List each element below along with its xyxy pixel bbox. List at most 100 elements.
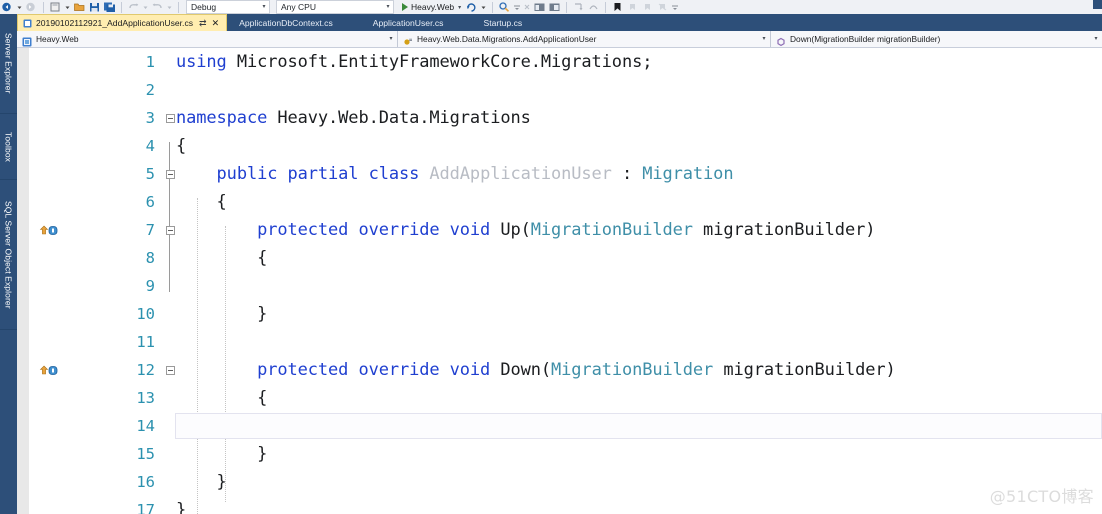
document-tab-application-db-context[interactable]: ApplicationDbContext.cs	[227, 14, 363, 31]
watermark-text: @51CTO博客	[989, 487, 1094, 506]
line-number: 1	[145, 53, 155, 71]
line-code[interactable]: {	[175, 245, 1102, 271]
play-icon	[402, 3, 408, 11]
start-debug-button[interactable]: Heavy.Web ▾	[402, 2, 461, 12]
class-icon	[403, 34, 413, 45]
solution-platform-value: Any CPU	[281, 2, 316, 12]
editor-line[interactable]: 5 public partial class AddApplicationUse…	[17, 160, 1102, 188]
split-window-icon[interactable]	[548, 1, 561, 13]
editor-line[interactable]: 7 protected override void Up(MigrationBu…	[17, 216, 1102, 244]
editor-line[interactable]: 3 namespace Heavy.Web.Data.Migrations	[17, 104, 1102, 132]
line-code[interactable]	[175, 273, 1102, 299]
line-code[interactable]: namespace Heavy.Web.Data.Migrations	[175, 105, 1102, 131]
code-token: MigrationBuilder	[530, 220, 693, 240]
override-indicator-icon[interactable]	[38, 216, 64, 244]
solution-platform-combo[interactable]: Any CPU ▾	[276, 0, 394, 14]
line-code[interactable]	[175, 329, 1102, 355]
line-code[interactable]: {	[175, 189, 1102, 215]
code-token: {	[176, 388, 268, 408]
line-code[interactable]: {	[175, 385, 1102, 411]
editor-line[interactable]: 1 using Microsoft.EntityFrameworkCore.Mig…	[17, 48, 1102, 76]
navbar-project-value: Heavy.Web	[36, 34, 79, 44]
editor-line[interactable]: 9	[17, 272, 1102, 300]
solution-configuration-combo[interactable]: Debug ▾	[186, 0, 270, 14]
backward-dropdown-icon[interactable]	[16, 1, 23, 13]
code-token: {	[176, 248, 268, 268]
open-file-icon[interactable]	[73, 1, 86, 13]
save-all-icon[interactable]	[103, 1, 116, 13]
live-share-icon[interactable]	[498, 1, 511, 13]
line-code[interactable]: }	[175, 301, 1102, 327]
prev-bookmark-icon	[626, 1, 639, 13]
line-code[interactable]: using Microsoft.EntityFrameworkCore.Migr…	[175, 49, 1102, 75]
close-tab-icon[interactable]: ✕	[212, 19, 220, 28]
code-token: namespace	[176, 108, 278, 128]
dock-tab-label: Toolbox	[3, 131, 14, 162]
toolbar-separator	[605, 1, 607, 13]
dock-tab-sql-server-object-explorer[interactable]: SQL Server Object Explorer	[0, 180, 17, 330]
new-project-icon[interactable]	[49, 1, 62, 13]
save-icon[interactable]	[88, 1, 101, 13]
document-tab-application-user[interactable]: ApplicationUser.cs	[363, 14, 474, 31]
code-editor[interactable]: 1 using Microsoft.EntityFrameworkCore.Mig…	[17, 48, 1102, 514]
chevron-down-icon[interactable]: ▾	[385, 33, 397, 45]
code-token: Down(	[500, 360, 552, 380]
redo-dropdown-icon	[166, 1, 173, 13]
line-code[interactable]: public partial class AddApplicationUser …	[175, 161, 1102, 187]
toolbar-options-icon[interactable]	[671, 1, 679, 13]
code-token: protected override void	[257, 220, 501, 240]
editor-line[interactable]: 12 protected override void Down(Migratio…	[17, 356, 1102, 384]
redo-icon	[151, 1, 164, 13]
hot-reload-icon[interactable]	[465, 1, 478, 13]
new-dropdown-icon[interactable]	[64, 1, 71, 13]
pin-tab-icon[interactable]: ⇄	[199, 19, 207, 28]
toolbar-overflow-icon[interactable]	[513, 1, 521, 13]
editor-line[interactable]: 13 {	[17, 384, 1102, 412]
code-token: }	[176, 444, 268, 464]
hot-reload-dropdown-icon[interactable]	[480, 1, 487, 13]
override-indicator-icon[interactable]	[38, 356, 64, 384]
dock-tab-toolbox[interactable]: Toolbox	[0, 114, 17, 180]
navigate-backward-icon[interactable]	[1, 1, 14, 13]
code-token: }	[176, 304, 268, 324]
line-code[interactable]: {	[175, 133, 1102, 159]
editor-line[interactable]: 4{	[17, 132, 1102, 160]
toolbar-close-icon[interactable]	[523, 1, 531, 13]
line-code[interactable]: }	[175, 441, 1102, 467]
editor-line[interactable]: 17}	[17, 496, 1102, 514]
chevron-down-icon[interactable]: ▾	[259, 2, 269, 12]
editor-line[interactable]: 14	[17, 412, 1102, 440]
document-tab-active[interactable]: 20190102112921_AddApplicationUser.cs ⇄ ✕	[17, 14, 228, 31]
line-number: 7	[145, 221, 155, 239]
code-token: {	[176, 192, 227, 212]
navbar-project-dropdown[interactable]: Heavy.Web ▾	[17, 31, 398, 47]
chevron-down-icon[interactable]: ▾	[458, 4, 461, 11]
editor-line[interactable]: 10 }	[17, 300, 1102, 328]
line-number: 14	[136, 417, 155, 435]
editor-line[interactable]: 6 {	[17, 188, 1102, 216]
line-code[interactable]: protected override void Up(MigrationBuil…	[175, 217, 1102, 243]
editor-line[interactable]: 15 }	[17, 440, 1102, 468]
editor-line[interactable]: 11	[17, 328, 1102, 356]
line-code[interactable]	[175, 413, 1102, 439]
navbar-member-dropdown[interactable]: Down(MigrationBuilder migrationBuilder) …	[771, 31, 1102, 47]
chevron-down-icon[interactable]: ▾	[758, 33, 770, 45]
line-code[interactable]: protected override void Down(MigrationBu…	[175, 357, 1102, 383]
start-debug-label: Heavy.Web	[411, 2, 455, 12]
window-layout-icon[interactable]	[533, 1, 546, 13]
line-code[interactable]: }	[175, 469, 1102, 495]
editor-line[interactable]: 16 }	[17, 468, 1102, 496]
chevron-down-icon[interactable]: ▾	[1090, 33, 1102, 45]
line-number: 9	[145, 277, 155, 295]
bookmark-icon[interactable]	[611, 1, 624, 13]
navbar-type-dropdown[interactable]: Heavy.Web.Data.Migrations.AddApplication…	[398, 31, 771, 47]
editor-line[interactable]: 2	[17, 76, 1102, 104]
line-code[interactable]: }	[175, 497, 1102, 514]
code-token: {	[176, 136, 187, 156]
editor-line[interactable]: 8 {	[17, 244, 1102, 272]
line-number: 3	[145, 109, 155, 127]
line-code[interactable]	[175, 77, 1102, 103]
chevron-down-icon[interactable]: ▾	[383, 2, 393, 12]
document-tab-startup[interactable]: Startup.cs	[473, 14, 542, 31]
dock-tab-server-explorer[interactable]: Server Explorer	[0, 14, 17, 114]
